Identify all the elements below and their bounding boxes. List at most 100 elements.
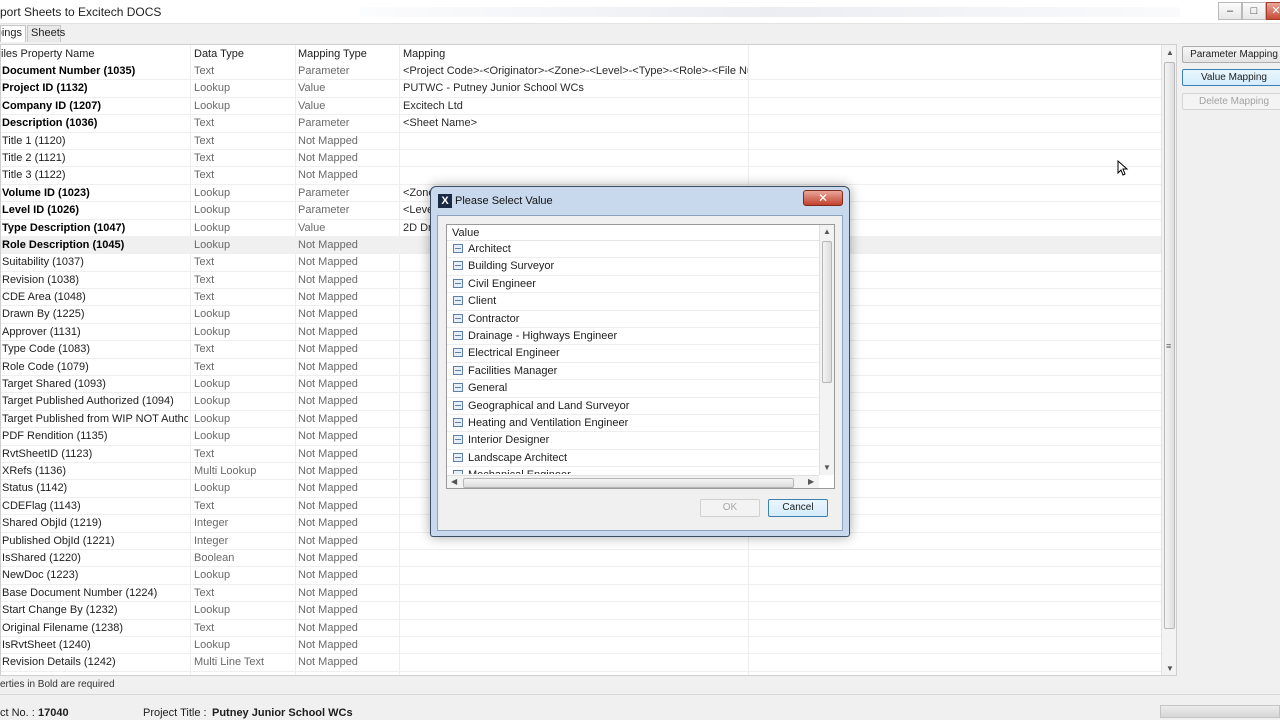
property-name-cell[interactable]: Approver (1131) xyxy=(2,326,188,338)
table-row[interactable]: Project ID (1132) Lookup Value PUTWC - Putn… xyxy=(1,80,1161,98)
property-name-cell[interactable]: IsShared (1220) xyxy=(2,552,188,564)
mapping-type-cell[interactable]: Not Mapped xyxy=(298,291,398,303)
data-type-cell[interactable]: Multi Lookup xyxy=(194,465,294,477)
mapping-type-cell[interactable]: Value xyxy=(298,222,398,234)
column-header-mapping-type[interactable]: Mapping Type xyxy=(298,48,367,60)
property-name-cell[interactable]: Type Description (1047) xyxy=(2,222,188,234)
property-name-cell[interactable]: Target Shared (1093) xyxy=(2,378,188,390)
mapping-cell[interactable]: PUTWC - Putney Junior School WCs xyxy=(403,82,748,94)
property-name-cell[interactable]: Revision Details (1242) xyxy=(2,656,188,668)
property-name-cell[interactable]: Start Change By (1232) xyxy=(2,604,188,616)
data-type-cell[interactable]: Lookup xyxy=(194,395,294,407)
list-item[interactable]: Civil Engineer xyxy=(447,276,819,294)
property-name-cell[interactable]: Role Description (1045) xyxy=(2,239,188,251)
property-name-cell[interactable]: NewDoc (1223) xyxy=(2,569,188,581)
mapping-type-cell[interactable]: Not Mapped xyxy=(298,482,398,494)
data-type-cell[interactable]: Lookup xyxy=(194,482,294,494)
data-type-cell[interactable]: Text xyxy=(194,500,294,512)
scroll-down-arrow-icon[interactable]: ▼ xyxy=(1166,664,1174,673)
table-row[interactable]: NewDoc (1223) Lookup Not Mapped xyxy=(1,567,1161,585)
table-row[interactable]: Company ID (1207) Lookup Value Excitech Ltd xyxy=(1,98,1161,116)
data-type-cell[interactable]: Lookup xyxy=(194,308,294,320)
table-row[interactable]: Base Document Number (1224) Text Not Mappe… xyxy=(1,585,1161,603)
mapping-type-cell[interactable]: Not Mapped xyxy=(298,395,398,407)
property-name-cell[interactable]: RvtSheetID (1123) xyxy=(2,448,188,460)
list-item[interactable]: Mechanical Engineer xyxy=(447,467,819,474)
property-name-cell[interactable]: Status (1142) xyxy=(2,482,188,494)
property-name-cell[interactable]: Title 2 (1121) xyxy=(2,152,188,164)
list-item[interactable]: Heating and Ventilation Engineer xyxy=(447,415,819,433)
property-name-cell[interactable]: CDEFlag (1143) xyxy=(2,500,188,512)
mapping-type-cell[interactable]: Value xyxy=(298,100,398,112)
table-row[interactable]: Title 3 (1122) Text Not Mapped xyxy=(1,167,1161,185)
mapping-type-cell[interactable]: Value xyxy=(298,82,398,94)
mapping-type-cell[interactable]: Not Mapped xyxy=(298,274,398,286)
data-type-cell[interactable]: Lookup xyxy=(194,430,294,442)
table-row[interactable]: Original Filename (1238) Text Not Mapped xyxy=(1,620,1161,637)
mapping-type-cell[interactable]: Not Mapped xyxy=(298,622,398,634)
list-item[interactable]: Architect xyxy=(447,241,819,259)
data-type-cell[interactable]: Text xyxy=(194,169,294,181)
property-name-cell[interactable]: Drawn By (1225) xyxy=(2,308,188,320)
table-row[interactable]: Title 2 (1121) Text Not Mapped xyxy=(1,150,1161,168)
parameter-mapping-button[interactable]: Parameter Mapping xyxy=(1182,46,1280,63)
mapping-type-cell[interactable]: Not Mapped xyxy=(298,169,398,181)
mapping-type-cell[interactable]: Not Mapped xyxy=(298,587,398,599)
list-item[interactable]: Building Surveyor xyxy=(447,258,819,276)
mapping-type-cell[interactable]: Not Mapped xyxy=(298,361,398,373)
mapping-type-cell[interactable]: Not Mapped xyxy=(298,326,398,338)
property-name-cell[interactable]: Base Document Number (1224) xyxy=(2,587,188,599)
table-row[interactable]: Revision Details (1242) Multi Line Text No… xyxy=(1,654,1161,672)
mapping-type-cell[interactable]: Not Mapped xyxy=(298,239,398,251)
data-type-cell[interactable]: Lookup xyxy=(194,569,294,581)
property-name-cell[interactable]: Volume ID (1023) xyxy=(2,187,188,199)
data-type-cell[interactable]: Multi Line Text xyxy=(194,656,294,668)
mapping-type-cell[interactable]: Not Mapped xyxy=(298,517,398,529)
property-name-cell[interactable]: Role Code (1079) xyxy=(2,361,188,373)
list-item[interactable]: Contractor xyxy=(447,311,819,328)
cancel-button[interactable]: Cancel xyxy=(768,499,828,517)
list-item[interactable]: Landscape Architect xyxy=(447,450,819,468)
data-type-cell[interactable]: Text xyxy=(194,361,294,373)
mapping-type-cell[interactable]: Not Mapped xyxy=(298,413,398,425)
column-header-property-name[interactable]: iles Property Name xyxy=(1,48,95,60)
data-type-cell[interactable]: Text xyxy=(194,343,294,355)
property-name-cell[interactable]: Target Published from WIP NOT Authorized… xyxy=(2,413,188,425)
mapping-cell[interactable]: <Project Code>-<Originator>-<Zone>-<Leve… xyxy=(403,65,748,77)
table-row[interactable]: Document Number (1035) Text Parameter <Proj… xyxy=(1,63,1161,81)
property-name-cell[interactable]: Title 3 (1122) xyxy=(2,169,188,181)
scroll-thumb[interactable] xyxy=(822,241,832,383)
table-row[interactable]: Title 1 (1120) Text Not Mapped xyxy=(1,133,1161,150)
property-name-cell[interactable]: Target Published Authorized (1094) xyxy=(2,395,188,407)
delete-mapping-button[interactable]: Delete Mapping xyxy=(1182,93,1280,110)
list-item[interactable]: Drainage - Highways Engineer xyxy=(447,328,819,346)
data-type-cell[interactable]: Text xyxy=(194,65,294,77)
property-name-cell[interactable]: Document Number (1035) xyxy=(2,65,188,77)
mapping-type-cell[interactable]: Not Mapped xyxy=(298,378,398,390)
mapping-type-cell[interactable]: Not Mapped xyxy=(298,500,398,512)
mapping-type-cell[interactable]: Parameter xyxy=(298,187,398,199)
data-type-cell[interactable]: Lookup xyxy=(194,639,294,651)
table-row[interactable]: Description (1036) Text Parameter <Sheet Na… xyxy=(1,115,1161,133)
data-type-cell[interactable]: Lookup xyxy=(194,413,294,425)
listbox-vertical-scrollbar[interactable]: ▲ ▼ xyxy=(819,225,834,475)
property-name-cell[interactable]: Original Filename (1238) xyxy=(2,622,188,634)
tab-sheets[interactable]: Sheets xyxy=(27,25,65,42)
property-name-cell[interactable]: Shared ObjId (1219) xyxy=(2,517,188,529)
data-type-cell[interactable]: Lookup xyxy=(194,204,294,216)
column-header-data-type[interactable]: Data Type xyxy=(194,48,244,60)
scroll-down-arrow-icon[interactable]: ▼ xyxy=(823,463,831,472)
mapping-type-cell[interactable]: Not Mapped xyxy=(298,256,398,268)
dialog-close-button[interactable]: ✕ xyxy=(803,190,843,206)
property-name-cell[interactable]: PDF Rendition (1135) xyxy=(2,430,188,442)
scroll-right-arrow-icon[interactable]: ▶ xyxy=(808,477,814,486)
property-name-cell[interactable]: Company ID (1207) xyxy=(2,100,188,112)
mapping-type-cell[interactable]: Not Mapped xyxy=(298,639,398,651)
property-name-cell[interactable]: Revision (1038) xyxy=(2,274,188,286)
list-item[interactable]: Client xyxy=(447,293,819,311)
table-row[interactable]: IsRvtSheet (1240) Lookup Not Mapped xyxy=(1,637,1161,655)
tab-mappings[interactable]: pings xyxy=(0,25,26,42)
value-listbox[interactable]: Value Architect Building Surveyor Civil En… xyxy=(446,224,835,489)
data-type-cell[interactable]: Lookup xyxy=(194,100,294,112)
mapping-type-cell[interactable]: Not Mapped xyxy=(298,135,398,147)
